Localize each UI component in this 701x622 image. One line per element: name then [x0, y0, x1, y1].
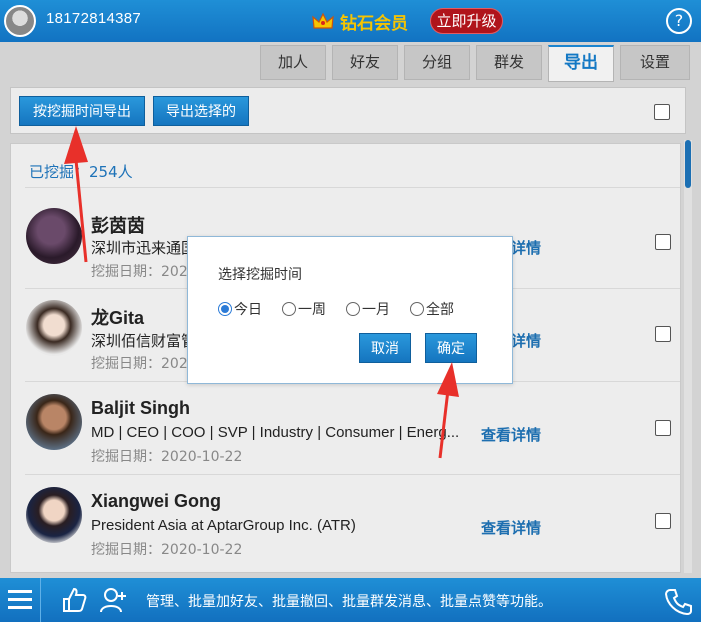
help-icon[interactable]: ? — [666, 8, 692, 34]
mined-date: 挖掘日期：2020-10-22 — [91, 542, 243, 558]
contact-name: 彭茵茵 — [91, 216, 145, 236]
divider — [25, 187, 680, 188]
add-friend-icon[interactable] — [100, 586, 130, 614]
contact-title: MD | CEO | COO | SVP | Industry | Consum… — [91, 424, 460, 441]
radio-icon[interactable] — [410, 302, 424, 316]
option-today[interactable]: 今日 — [218, 299, 262, 319]
radio-icon[interactable] — [282, 302, 296, 316]
option-label: 一月 — [362, 302, 390, 318]
mined-date: 挖掘日期：2020-10-22 — [91, 449, 243, 465]
option-all[interactable]: 全部 — [410, 299, 454, 319]
bottom-bar: 管理、批量加好友、批量撤回、批量群发消息、批量点赞等功能。 — [0, 578, 701, 622]
thumbs-up-icon[interactable] — [60, 586, 88, 614]
vip-label: 钻石会员 — [340, 13, 408, 34]
feature-marquee: 管理、批量加好友、批量撤回、批量群发消息、批量点赞等功能。 — [146, 594, 552, 610]
scrollbar-track[interactable] — [684, 140, 692, 573]
tab-add-people[interactable]: 加人 — [260, 45, 326, 80]
export-toolbar: 按挖掘时间导出 导出选择的 — [10, 87, 686, 134]
tab-export[interactable]: 导出 — [548, 45, 614, 82]
row-checkbox[interactable] — [655, 326, 671, 342]
crown-icon — [312, 12, 334, 29]
row-checkbox[interactable] — [655, 420, 671, 436]
mined-date: 挖掘日期：202 — [91, 264, 188, 280]
export-by-time-button[interactable]: 按挖掘时间导出 — [19, 96, 145, 126]
option-month[interactable]: 一月 — [346, 299, 390, 319]
time-range-options: 今日 一周 一月 全部 — [218, 299, 474, 319]
avatar — [26, 208, 82, 264]
vip-status: 钻石会员 — [312, 8, 408, 34]
select-all-checkbox[interactable] — [654, 104, 670, 120]
tab-friends[interactable]: 好友 — [332, 45, 398, 80]
tab-groups[interactable]: 分组 — [404, 45, 470, 80]
contact-title: President Asia at AptarGroup Inc. (ATR) — [91, 517, 356, 534]
list-item: Xiangwei Gong President Asia at AptarGro… — [11, 474, 680, 566]
row-checkbox[interactable] — [655, 513, 671, 529]
avatar — [26, 300, 82, 356]
view-details-link[interactable]: 查看详情 — [481, 517, 541, 538]
contact-name: 龙Gita — [91, 308, 145, 328]
export-time-dialog: 选择挖掘时间 今日 一周 一月 全部 取消 确定 — [187, 236, 513, 384]
view-details-link[interactable]: 详情 — [511, 330, 541, 351]
main-tabs: 加人 好友 分组 群发 导出 设置 — [260, 45, 696, 82]
tab-broadcast[interactable]: 群发 — [476, 45, 542, 80]
view-details-link[interactable]: 查看详情 — [481, 424, 541, 445]
cancel-button[interactable]: 取消 — [359, 333, 411, 363]
export-selected-button[interactable]: 导出选择的 — [153, 96, 249, 126]
tab-settings[interactable]: 设置 — [620, 45, 690, 80]
view-details-link[interactable]: 详情 — [511, 237, 541, 258]
account-phone: 18172814387 — [46, 10, 142, 27]
avatar — [26, 487, 82, 543]
contact-name: Baljit Singh — [91, 398, 190, 418]
divider — [40, 578, 41, 622]
contact-name: Xiangwei Gong — [91, 491, 222, 511]
phone-icon[interactable] — [664, 587, 692, 615]
scrollbar-thumb[interactable] — [685, 140, 691, 188]
mined-count: 已挖掘：254人 — [29, 163, 133, 181]
upgrade-button[interactable]: 立即升级 — [430, 8, 503, 34]
option-label: 今日 — [234, 302, 262, 318]
mined-date: 挖掘日期：202 — [91, 356, 188, 372]
top-bar: 18172814387 钻石会员 立即升级 ? — [0, 0, 701, 42]
menu-icon[interactable] — [6, 588, 34, 612]
confirm-button[interactable]: 确定 — [425, 333, 477, 363]
user-avatar[interactable] — [4, 5, 36, 37]
radio-selected-icon[interactable] — [218, 302, 232, 316]
option-week[interactable]: 一周 — [282, 299, 326, 319]
dialog-title: 选择挖掘时间 — [218, 267, 302, 283]
radio-icon[interactable] — [346, 302, 360, 316]
row-checkbox[interactable] — [655, 234, 671, 250]
option-label: 全部 — [426, 302, 454, 318]
avatar — [26, 394, 82, 450]
list-item: Baljit Singh MD | CEO | COO | SVP | Indu… — [11, 381, 680, 473]
option-label: 一周 — [298, 302, 326, 318]
